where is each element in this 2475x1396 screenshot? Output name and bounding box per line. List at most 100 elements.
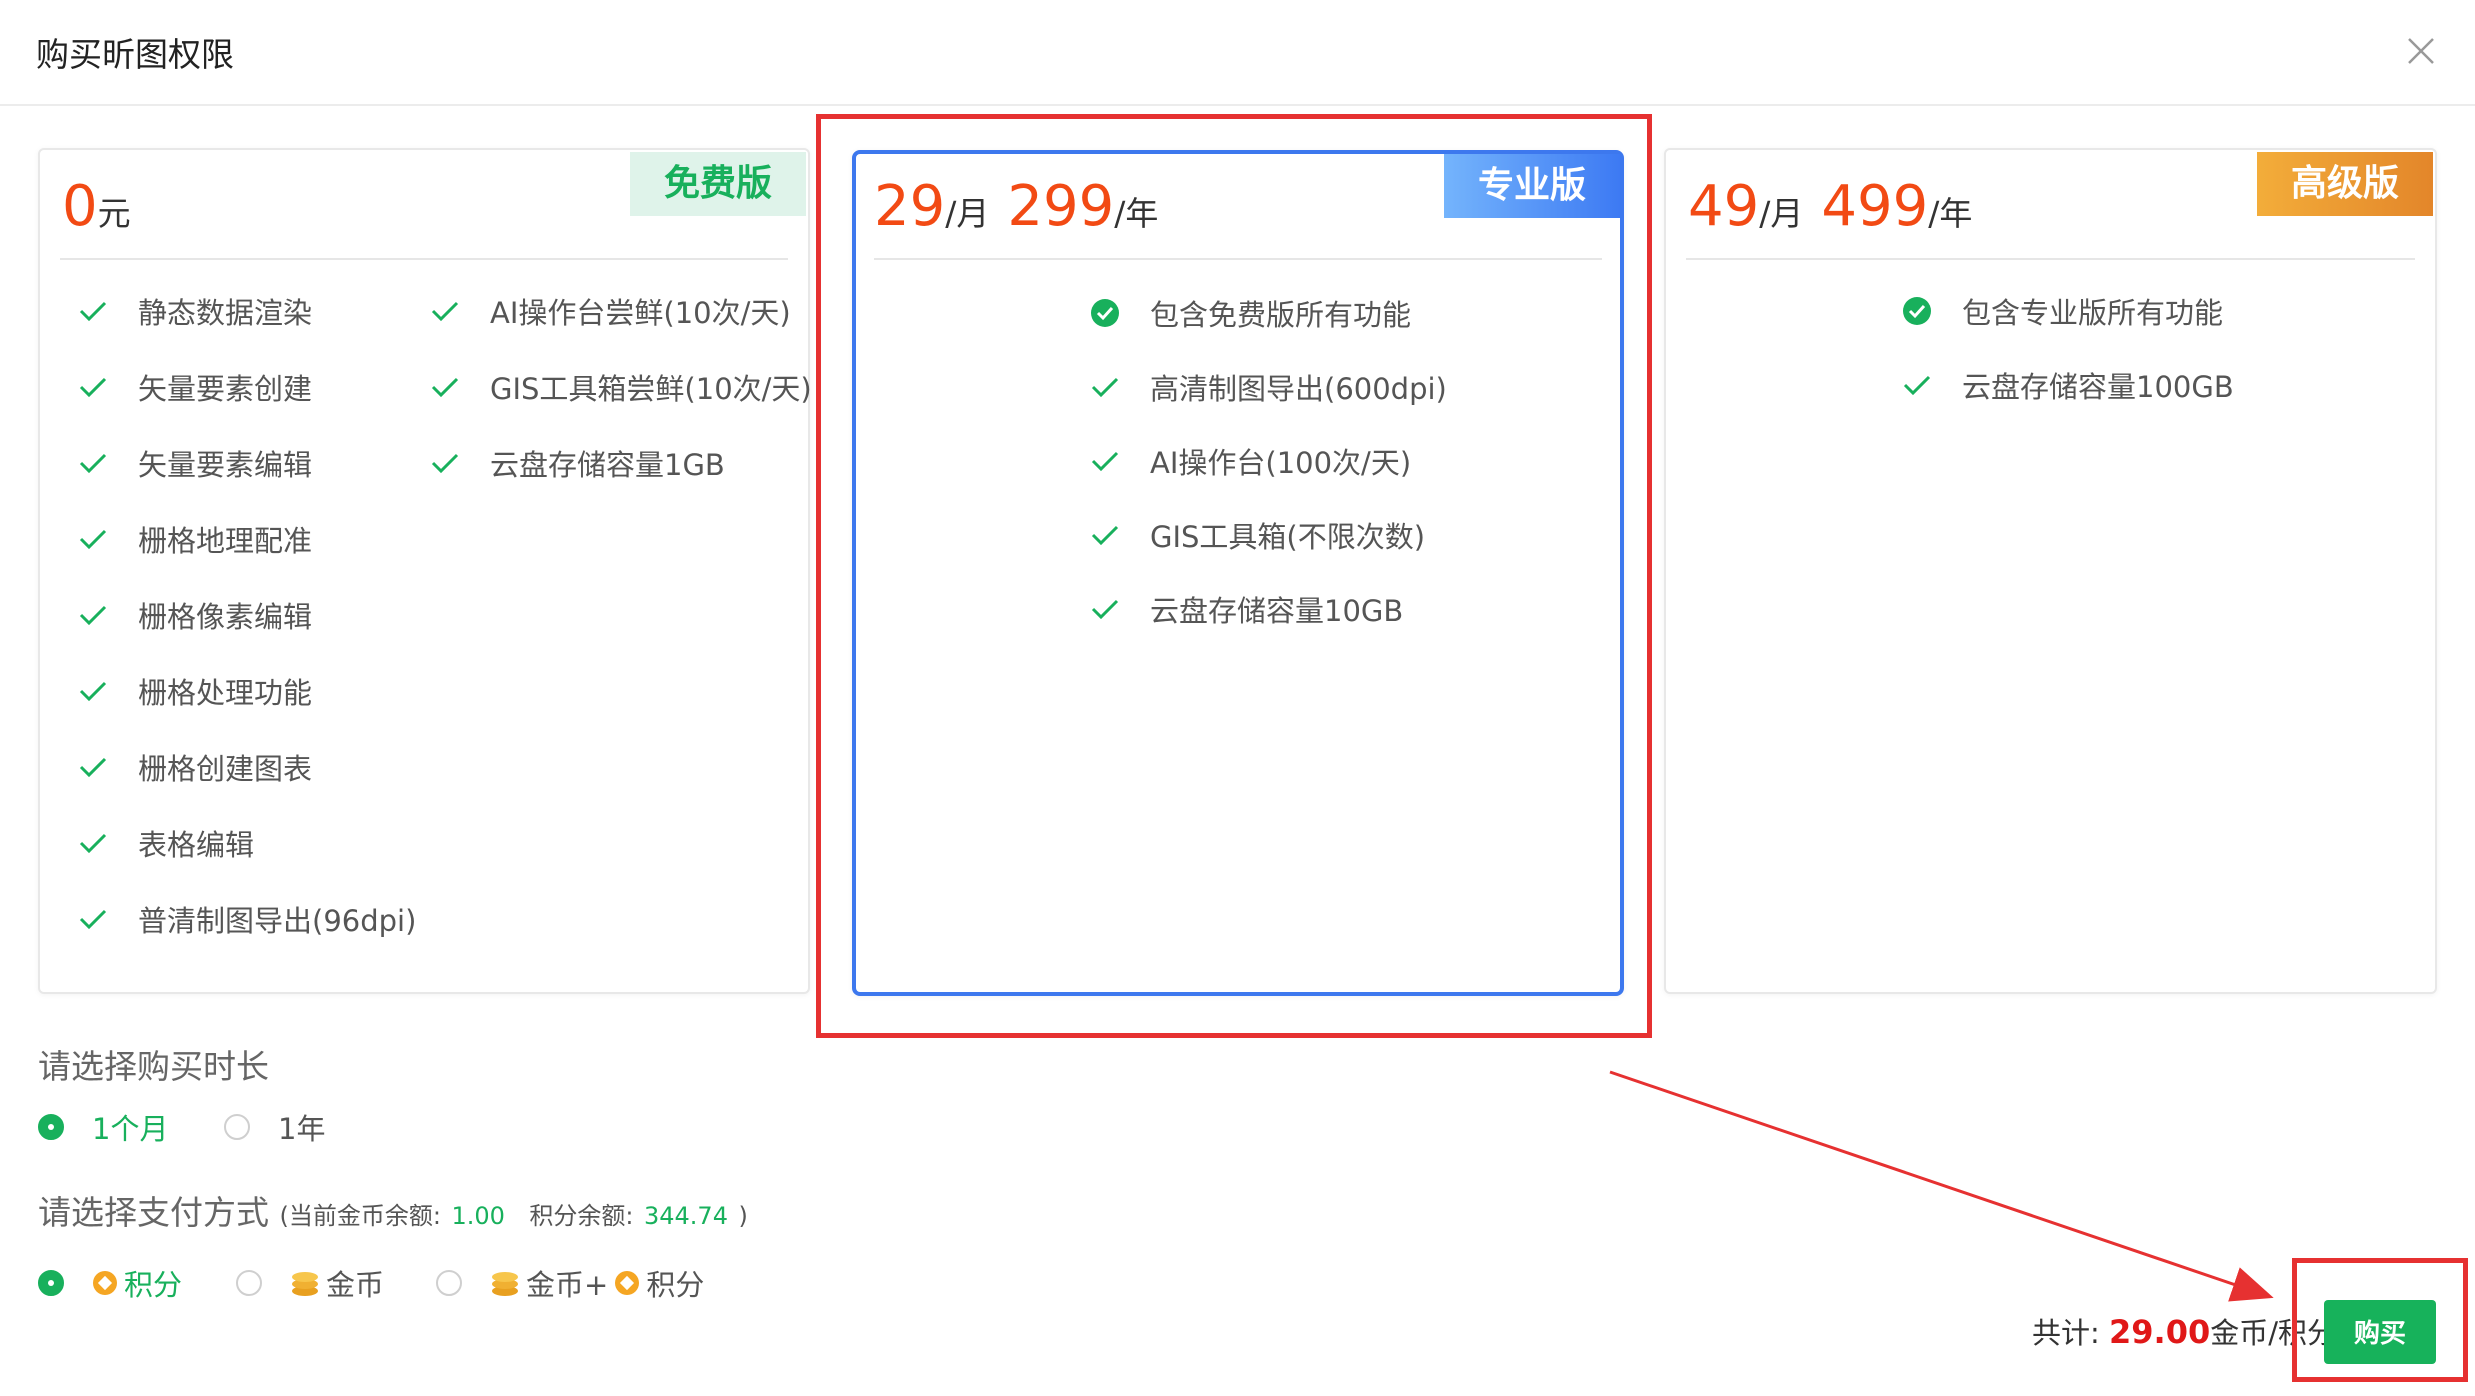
price-month-unit: /月 bbox=[1759, 194, 1804, 233]
price-month-number: 49 bbox=[1688, 174, 1760, 239]
check-icon bbox=[79, 529, 107, 550]
check-circle-icon bbox=[1091, 299, 1119, 327]
feature-label: GIS工具箱(不限次数) bbox=[1150, 520, 1426, 554]
check-icon bbox=[79, 757, 107, 778]
check-icon bbox=[1091, 525, 1119, 546]
feature-item: 栅格像素编辑 bbox=[78, 594, 312, 636]
price-unit: 元 bbox=[97, 194, 131, 233]
price-year-number: 499 bbox=[1821, 174, 1929, 239]
radio-dot[interactable] bbox=[224, 1114, 250, 1140]
feature-item: 静态数据渲染 bbox=[78, 290, 312, 332]
feature-item: 栅格地理配准 bbox=[78, 518, 312, 560]
check-icon bbox=[79, 605, 107, 626]
feature-label: GIS工具箱尝鲜(10次/天) bbox=[490, 372, 812, 406]
radio-label: 1个月 bbox=[92, 1112, 169, 1146]
plan-card-free[interactable]: 免费版 0元 静态数据渲染 矢量要素创建 矢量要素编辑 栅格地理配准 栅格像素编… bbox=[38, 148, 812, 994]
feature-label: 云盘存储容量100GB bbox=[1962, 370, 2234, 404]
feature-item: 高清制图导出(600dpi) bbox=[1090, 366, 1447, 408]
radio-dot[interactable] bbox=[38, 1270, 64, 1296]
feature-item: 包含免费版所有功能 bbox=[1090, 292, 1411, 334]
plan-price-pro: 29/月 299/年 bbox=[874, 174, 1158, 239]
points-balance-label: 积分余额: bbox=[529, 1202, 634, 1230]
radio-dot[interactable] bbox=[236, 1270, 262, 1296]
plan-price-advanced: 49/月 499/年 bbox=[1688, 174, 1972, 239]
check-icon bbox=[1091, 377, 1119, 398]
check-icon bbox=[79, 301, 107, 322]
feature-item: 矢量要素编辑 bbox=[78, 442, 312, 484]
feature-label: 栅格地理配准 bbox=[138, 524, 313, 558]
feature-item: AI操作台(100次/天) bbox=[1090, 440, 1411, 482]
gold-coin-stack-icon bbox=[492, 1272, 518, 1296]
check-icon bbox=[431, 301, 459, 322]
balance-suffix: ) bbox=[738, 1202, 748, 1230]
card-divider bbox=[874, 258, 1602, 260]
total-unit: 金币/积分 bbox=[2210, 1316, 2336, 1350]
feature-label: 矢量要素创建 bbox=[138, 372, 313, 406]
plan-card-advanced[interactable]: 高级版 49/月 499/年 包含专业版所有功能 云盘存储容量100GB bbox=[1664, 148, 2437, 994]
feature-label: 包含免费版所有功能 bbox=[1150, 298, 1412, 332]
feature-item: 栅格创建图表 bbox=[78, 746, 312, 788]
plan-price-free: 0元 bbox=[62, 174, 131, 239]
feature-label: 静态数据渲染 bbox=[138, 296, 313, 330]
check-icon bbox=[79, 377, 107, 398]
payment-option-points[interactable]: 积分 bbox=[38, 1262, 182, 1304]
feature-item: 云盘存储容量10GB bbox=[1090, 588, 1403, 630]
feature-item: 栅格处理功能 bbox=[78, 670, 312, 712]
feature-item: 矢量要素创建 bbox=[78, 366, 312, 408]
radio-label: 金币+ bbox=[526, 1268, 609, 1302]
price-number: 0 bbox=[62, 174, 98, 239]
feature-item: GIS工具箱尝鲜(10次/天) bbox=[430, 366, 812, 408]
price-year-unit: /年 bbox=[1114, 194, 1159, 233]
check-icon bbox=[1091, 451, 1119, 472]
coin-balance-label: (当前金币余额: bbox=[279, 1202, 441, 1230]
feature-item: 普清制图导出(96dpi) bbox=[78, 898, 416, 940]
buy-button[interactable]: 购买 bbox=[2324, 1300, 2436, 1364]
feature-label: AI操作台(100次/天) bbox=[1150, 446, 1412, 480]
feature-label: 栅格处理功能 bbox=[138, 676, 313, 710]
feature-label: 栅格创建图表 bbox=[138, 752, 313, 786]
price-month-number: 29 bbox=[874, 174, 946, 239]
coin-balance-value: 1.00 bbox=[451, 1202, 505, 1230]
order-total: 共计: 29.00金币/积分 bbox=[2032, 1310, 2336, 1352]
check-icon bbox=[79, 453, 107, 474]
payment-option-gold-plus-points[interactable]: 金币+ 积分 bbox=[436, 1262, 704, 1304]
check-icon bbox=[1091, 599, 1119, 620]
total-label: 共计: bbox=[2032, 1316, 2100, 1350]
duration-option-1-month[interactable]: 1个月 bbox=[38, 1106, 168, 1148]
total-amount: 29.00 bbox=[2109, 1313, 2211, 1351]
plan-card-pro[interactable]: 专业版 29/月 299/年 包含免费版所有功能 高清制图导出(600dpi) A… bbox=[852, 150, 1624, 996]
feature-label: 普清制图导出(96dpi) bbox=[138, 904, 417, 938]
feature-item: 表格编辑 bbox=[78, 822, 254, 864]
feature-label: 表格编辑 bbox=[138, 828, 255, 862]
points-coin-icon bbox=[93, 1271, 117, 1295]
radio-label: 1年 bbox=[278, 1112, 326, 1146]
plan-badge-pro: 专业版 bbox=[1443, 154, 1620, 218]
check-icon bbox=[431, 453, 459, 474]
close-icon[interactable] bbox=[2400, 30, 2442, 72]
check-icon bbox=[431, 377, 459, 398]
feature-item: GIS工具箱(不限次数) bbox=[1090, 514, 1425, 556]
payment-option-gold[interactable]: 金币 bbox=[236, 1262, 384, 1304]
price-year-number: 299 bbox=[1007, 174, 1115, 239]
radio-dot[interactable] bbox=[38, 1114, 64, 1140]
feature-label: 包含专业版所有功能 bbox=[1962, 296, 2224, 330]
plan-badge-free: 免费版 bbox=[629, 152, 806, 216]
plan-badge-advanced: 高级版 bbox=[2256, 152, 2433, 216]
payment-label-text: 请选择支付方式 bbox=[38, 1193, 269, 1232]
radio-label: 积分 bbox=[646, 1268, 705, 1302]
feature-label: 矢量要素编辑 bbox=[138, 448, 313, 482]
price-year-unit: /年 bbox=[1928, 194, 1973, 233]
radio-label: 金币 bbox=[326, 1268, 385, 1302]
price-month-unit: /月 bbox=[945, 194, 990, 233]
card-divider bbox=[60, 258, 788, 260]
radio-label: 积分 bbox=[124, 1268, 183, 1302]
radio-dot[interactable] bbox=[436, 1270, 462, 1296]
feature-item: 包含专业版所有功能 bbox=[1902, 290, 2223, 332]
points-balance-value: 344.74 bbox=[643, 1202, 728, 1230]
dialog-header: 购买昕图权限 bbox=[0, 0, 2475, 106]
dialog-title: 购买昕图权限 bbox=[36, 35, 234, 74]
check-icon bbox=[1903, 375, 1931, 396]
feature-label: 栅格像素编辑 bbox=[138, 600, 313, 634]
feature-label: 云盘存储容量1GB bbox=[490, 448, 725, 482]
duration-option-1-year[interactable]: 1年 bbox=[224, 1106, 325, 1148]
